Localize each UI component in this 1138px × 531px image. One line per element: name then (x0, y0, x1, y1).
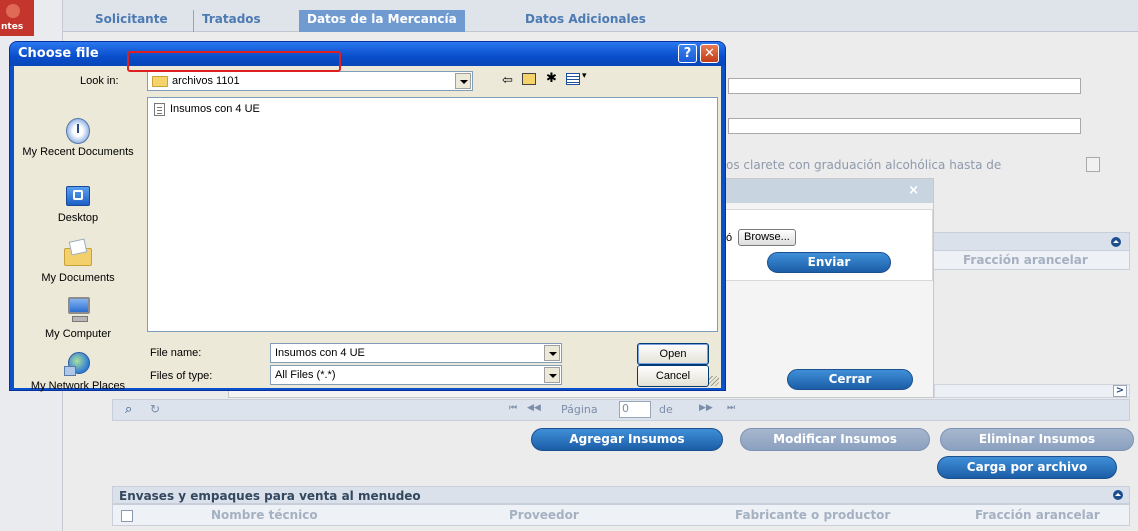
pager-bar: ⌕ ↻ ⏮ ◀◀ Página 0 de ▶▶ ⏭ (112, 399, 1130, 421)
app-logo: ntes (0, 0, 34, 36)
look-in-label: Look in: (80, 75, 119, 87)
form-field[interactable] (728, 78, 1081, 94)
place-my-documents[interactable]: My Documents (14, 238, 142, 284)
horizontal-scrollbar[interactable]: > (934, 384, 1130, 398)
next-page-icon[interactable]: ▶▶ (699, 403, 713, 413)
place-desktop[interactable]: Desktop (14, 182, 142, 224)
collapse-icon[interactable] (1111, 237, 1121, 247)
new-folder-icon[interactable]: ✱ (546, 71, 557, 87)
tab-datos-mercancia[interactable]: Datos de la Mercancía (299, 10, 465, 32)
grid-column-header: Fracción arancelar (930, 250, 1130, 270)
description-text: os clarete con graduación alcohólica has… (726, 158, 1002, 172)
highlight-box (127, 51, 341, 72)
last-page-icon[interactable]: ⏭ (727, 403, 735, 413)
chevron-down-icon[interactable] (455, 73, 471, 89)
close-icon[interactable]: × (908, 183, 919, 198)
dialog-body: Look in: archivos 1101 ⇦ ✱ ▾ My Recent D… (14, 66, 721, 392)
place-my-computer[interactable]: My Computer (14, 294, 142, 340)
chevron-down-icon[interactable] (544, 345, 560, 361)
network-places-icon (62, 350, 94, 380)
packaging-grid-header: Nombre técnico Proveedor Fabricante o pr… (112, 504, 1130, 526)
packaging-panel-title: Envases y empaques para venta al menudeo (119, 489, 421, 503)
places-bar: My Recent Documents Desktop My Documents (14, 110, 142, 392)
search-icon[interactable]: ⌕ (125, 402, 132, 417)
spinner-icon[interactable] (1086, 157, 1100, 172)
dialog-title: Choose file (18, 46, 99, 61)
collapse-icon[interactable] (1113, 490, 1123, 500)
page-label: Página (561, 403, 598, 416)
cancel-button[interactable]: Cancel (637, 365, 709, 387)
folder-icon (152, 76, 168, 87)
col-proveedor: Proveedor (509, 508, 579, 522)
tab-solicitante[interactable]: Solicitante (87, 10, 176, 32)
col-fabricante: Fabricante o productor (735, 508, 891, 522)
view-dropdown-icon[interactable]: ▾ (582, 71, 587, 87)
file-type-label: Files of type: (150, 370, 213, 382)
browse-button[interactable]: Browse... (738, 229, 796, 246)
file-type-value: All Files (*.*) (275, 369, 336, 381)
delete-insumos-button[interactable]: Eliminar Insumos (940, 428, 1134, 451)
resize-grip-icon[interactable] (709, 376, 719, 386)
text-file-icon (154, 103, 165, 116)
file-name-label: File name: (150, 347, 202, 359)
send-button[interactable]: Enviar (767, 252, 891, 273)
desktop-icon (62, 182, 94, 212)
col-nombre-tecnico: Nombre técnico (211, 508, 318, 522)
select-all-checkbox[interactable] (121, 510, 133, 522)
file-type-combo[interactable]: All Files (*.*) (270, 365, 562, 385)
close-button[interactable]: Cerrar (787, 369, 913, 390)
file-name: Insumos con 4 UE (170, 103, 260, 115)
file-name-value: Insumos con 4 UE (275, 347, 365, 359)
description-field[interactable]: os clarete con graduación alcohólica has… (700, 156, 1101, 174)
packaging-panel-header: Envases y empaques para venta al menudeo (112, 486, 1130, 504)
file-list[interactable]: Insumos con 4 UE (147, 97, 718, 332)
tab-tratados[interactable]: Tratados (193, 10, 269, 32)
refresh-icon[interactable]: ↻ (150, 402, 160, 416)
my-computer-icon (62, 294, 94, 324)
view-menu-icon[interactable] (566, 73, 580, 85)
up-folder-icon[interactable] (522, 73, 536, 85)
page-input[interactable]: 0 (619, 401, 651, 418)
prev-page-icon[interactable]: ◀◀ (527, 403, 541, 413)
of-label: de (659, 403, 673, 416)
scroll-right-icon[interactable]: > (1113, 385, 1127, 397)
close-button[interactable]: ✕ (700, 44, 719, 63)
look-in-value: archivos 1101 (172, 75, 240, 87)
add-insumos-button[interactable]: Agregar Insumos (531, 428, 723, 451)
look-in-combo[interactable]: archivos 1101 (147, 71, 473, 91)
my-documents-icon (62, 238, 94, 268)
place-recent[interactable]: My Recent Documents (14, 116, 142, 158)
col-fraccion: Fracción arancelar (975, 508, 1100, 522)
dialog-titlebar[interactable]: Choose file ? ✕ (10, 42, 725, 66)
form-field[interactable] (728, 118, 1081, 134)
chevron-down-icon[interactable] (544, 367, 560, 383)
open-button[interactable]: Open (637, 343, 709, 365)
back-icon[interactable]: ⇦ (502, 73, 513, 89)
recent-documents-icon (62, 116, 94, 146)
file-name-combo[interactable]: Insumos con 4 UE (270, 343, 562, 363)
tab-bar: Solicitante Tratados Datos de la Mercanc… (63, 0, 1138, 32)
modify-insumos-button[interactable]: Modificar Insumos (740, 428, 930, 451)
place-network[interactable]: My Network Places (14, 350, 142, 392)
choose-file-dialog: Choose file ? ✕ Look in: archivos 1101 ⇦… (9, 41, 726, 392)
upload-file-button[interactable]: Carga por archivo (937, 456, 1117, 479)
col-fraccion: Fracción arancelar (963, 253, 1088, 267)
tab-datos-adicionales[interactable]: Datos Adicionales (517, 10, 654, 32)
first-page-icon[interactable]: ⏮ (509, 403, 517, 413)
help-button[interactable]: ? (678, 44, 697, 63)
